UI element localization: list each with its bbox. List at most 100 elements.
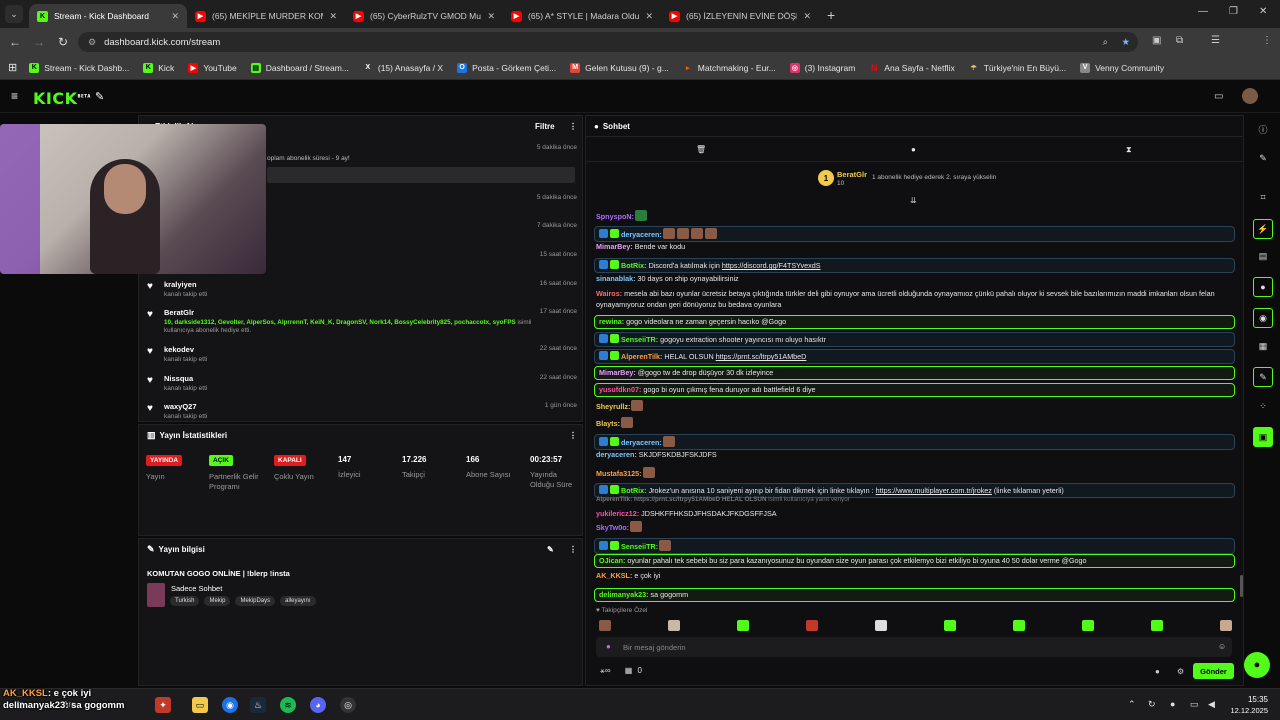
settings-icon[interactable]: ⚙ <box>1177 667 1184 676</box>
chat-username[interactable]: AlperenTilk: https://prnt.sc/ltrpy51AMbe… <box>596 496 767 503</box>
chat-username[interactable]: deryaceren: <box>621 438 662 447</box>
favorite-emote[interactable] <box>875 620 887 631</box>
bookmark-item[interactable]: K Stream - Kick Dashb... <box>29 62 129 73</box>
window-close-icon[interactable]: ✕ <box>1259 6 1267 17</box>
reload-icon[interactable]: ↻ <box>51 35 75 49</box>
chat-username[interactable]: AlperenTilk: <box>621 352 662 361</box>
zoom-icon[interactable]: ⌕ <box>1103 37 1108 48</box>
bookmark-item[interactable]: ▤ Dashboard / Stream... <box>250 62 349 73</box>
chat-username[interactable]: BotRix: <box>621 261 647 270</box>
steam-icon[interactable]: ♨ <box>250 697 266 713</box>
chat-username[interactable]: Sheyrullz: <box>596 402 630 411</box>
monitor-icon[interactable]: ▭ <box>1190 699 1199 710</box>
chat-username[interactable]: SenseiiTR: <box>621 542 658 551</box>
favorite-emote[interactable] <box>1082 620 1094 631</box>
chat-username[interactable]: yusufdkn07: <box>599 385 641 394</box>
tab-youtube-2[interactable]: ▶ (65) CyberRulzTV GMOD Murde ✕ <box>345 4 503 28</box>
discord-icon[interactable]: ◕ <box>310 697 326 713</box>
chat-bubble-icon[interactable]: ● <box>1155 667 1160 676</box>
layers-icon[interactable]: ▦ <box>1256 339 1270 353</box>
favorite-emote[interactable] <box>599 620 611 631</box>
bookmark-item[interactable]: K Kick <box>143 62 174 73</box>
chat-username[interactable]: SenseiiTR: <box>621 335 658 344</box>
chat-username[interactable]: MimarBey: <box>599 368 636 377</box>
lightning-icon[interactable]: ⚡ <box>1253 219 1273 239</box>
taskbar-time[interactable]: 15:35 <box>1228 695 1268 704</box>
forward-icon[interactable]: → <box>27 35 51 49</box>
more-icon[interactable]: ⋮ <box>1262 35 1272 46</box>
send-button[interactable]: Gönder <box>1193 663 1234 679</box>
chat-link[interactable]: https://www.multiplayer.com.tr/jrokez <box>876 486 992 495</box>
filter-button[interactable]: Filtre <box>535 122 555 131</box>
activity-name[interactable]: waxyQ27 <box>164 402 207 411</box>
more-icon[interactable]: ⋮ <box>569 122 577 131</box>
chat-scrollbar[interactable] <box>1240 575 1243 597</box>
bot-icon[interactable]: ▣ <box>1253 427 1273 447</box>
bookmark-item[interactable]: ▶ YouTube <box>188 62 237 73</box>
back-icon[interactable]: ← <box>3 35 27 49</box>
extensions-puzzle-icon[interactable]: ⧉ <box>1176 35 1183 46</box>
activity-name[interactable]: Nissqua <box>164 374 207 383</box>
bookmark-star-icon[interactable]: ★ <box>1121 37 1130 48</box>
avatar[interactable] <box>1242 88 1258 104</box>
apps-icon[interactable]: ⊞ <box>8 61 17 74</box>
app-icon[interactable]: ✦ <box>155 697 171 713</box>
more-icon[interactable]: ⋮ <box>569 545 577 554</box>
chat-username[interactable]: SpnyspoN: <box>596 212 634 221</box>
close-icon[interactable]: ✕ <box>329 11 337 22</box>
maximize-icon[interactable]: ❐ <box>1229 6 1238 17</box>
tab-kick-dashboard[interactable]: K Stream - Kick Dashboard ✕ <box>29 4 187 28</box>
chat-link[interactable]: https://prnt.sc/ltrpy51AMbeD <box>716 352 807 361</box>
scroll-down-icon[interactable]: ⇊ <box>910 196 917 205</box>
more-icon[interactable]: ⋮ <box>569 431 577 440</box>
favorite-emote[interactable] <box>806 620 818 631</box>
bookmark-item[interactable]: M Gelen Kutusu (9) - g... <box>570 62 669 73</box>
close-icon[interactable]: ✕ <box>803 11 811 22</box>
menu-icon[interactable]: ≡ <box>11 89 18 103</box>
close-icon[interactable]: ✕ <box>487 11 495 22</box>
favorite-emote[interactable] <box>737 620 749 631</box>
bookmark-item[interactable]: ◎ (3) Instagram <box>789 62 855 73</box>
chat-username[interactable]: sinanablak: <box>596 274 636 283</box>
tab-youtube-1[interactable]: ▶ (65) MEKİPLE MURDER KOMİK ✕ <box>187 4 345 28</box>
taskbar-date[interactable]: 12.12.2025 <box>1220 706 1268 715</box>
pencil-icon[interactable]: ✎ <box>1256 151 1270 165</box>
trash-icon[interactable]: 🗑 <box>696 145 706 154</box>
favorite-emote[interactable] <box>1013 620 1025 631</box>
card-icon[interactable]: ▭ <box>1214 91 1223 102</box>
bookmark-item[interactable]: X (15) Anasayfa / X <box>363 63 444 73</box>
activity-name[interactable]: kralyiyen <box>164 280 207 289</box>
bookmark-item[interactable]: N Ana Sayfa - Netflix <box>869 63 955 73</box>
bookmark-item[interactable]: ☂ Türkiye'nin En Büyü... <box>969 63 1067 73</box>
extension-icon[interactable]: ▣ <box>1152 35 1161 46</box>
category-name[interactable]: Sadece Sohbet <box>171 584 222 593</box>
chat-tool-icon[interactable]: ● <box>1253 277 1273 297</box>
chat-username[interactable]: deryaceren: <box>596 450 637 459</box>
reading-list-icon[interactable]: ☰ <box>1211 35 1220 46</box>
edit-icon[interactable]: ✎ <box>547 545 554 554</box>
site-info-icon[interactable]: ⚙ <box>88 37 96 48</box>
address-bar[interactable]: ⚙ dashboard.kick.com/stream ⌕ ★ <box>78 32 1138 52</box>
tab-youtube-4[interactable]: ▶ (65) İZLEYENİN EVİNE DÖŞEYEN ✕ <box>661 4 819 28</box>
tag-chip[interactable]: Mekip <box>204 596 231 606</box>
chat-input-box[interactable]: ● Bir mesaj gönderin ☺ <box>596 637 1232 657</box>
chat-username[interactable]: delimanyak23: <box>599 590 649 599</box>
chat-username[interactable]: deryaceren: <box>621 230 662 239</box>
chat-link[interactable]: https://discord.gg/F4TSYvexdS <box>722 261 821 270</box>
info-icon[interactable]: ⓘ <box>1256 122 1270 136</box>
mic-icon[interactable]: ● <box>606 642 611 651</box>
emoji-icon[interactable]: ☺ <box>1218 642 1226 651</box>
tag-chip[interactable]: Turkish <box>170 596 200 606</box>
scan-icon[interactable]: ⌗ <box>1256 190 1270 204</box>
chat-username[interactable]: Blayts: <box>596 419 620 428</box>
volume-icon[interactable]: ◀ <box>1208 699 1215 710</box>
new-tab-button[interactable]: + <box>827 7 835 23</box>
tag-chip[interactable]: alleyayını <box>280 596 316 606</box>
chat-username[interactable]: SkyTw0o: <box>596 523 629 532</box>
message-icon[interactable]: ● <box>911 145 916 154</box>
sync-icon[interactable]: ↻ <box>1148 699 1156 710</box>
obs-icon[interactable]: ◎ <box>340 697 356 713</box>
chat-username[interactable]: yukilericz12: <box>596 509 639 518</box>
bookmark-item[interactable]: O Posta - Görkem Çeti... <box>457 62 556 73</box>
chrome-icon[interactable]: ◉ <box>222 697 238 713</box>
